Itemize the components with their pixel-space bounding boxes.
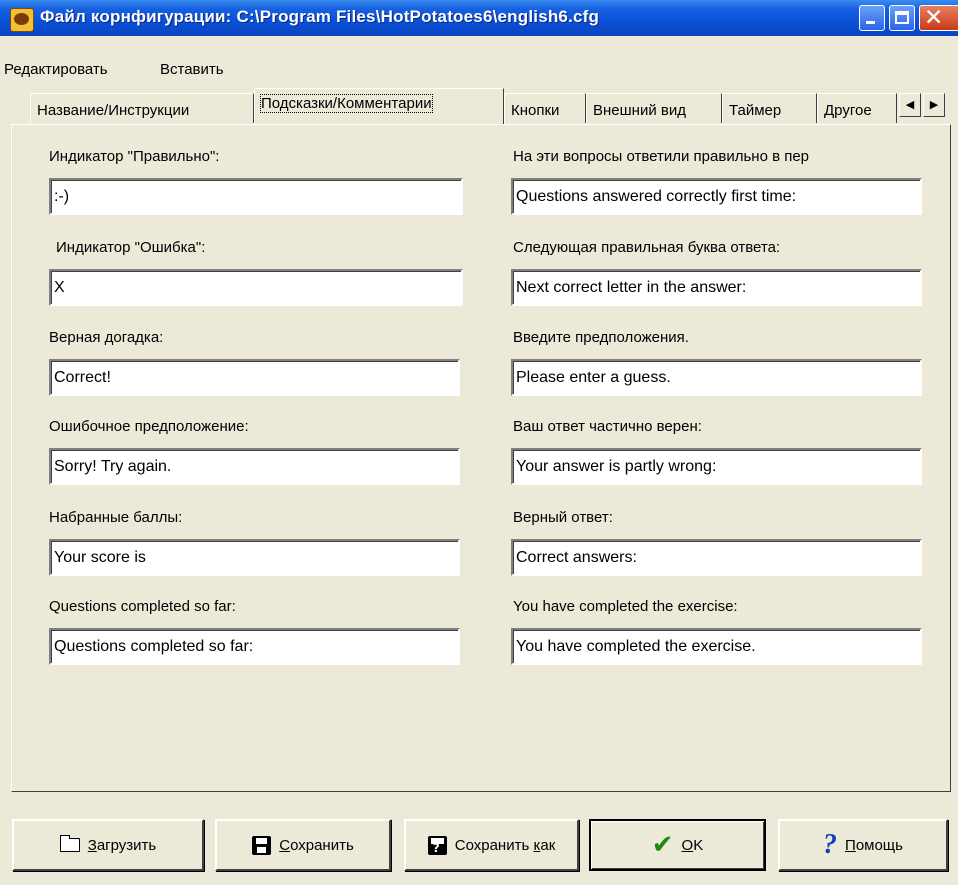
error-indicator-input[interactable] [49, 269, 463, 306]
correct-indicator-label: Индикатор "Правильно": [49, 148, 220, 165]
correct-answer-input[interactable] [511, 539, 922, 576]
close-button[interactable]: ✕ [919, 5, 958, 31]
maximize-button[interactable] [889, 5, 915, 31]
tab-other[interactable]: Другое [817, 93, 897, 123]
next-letter-input[interactable] [511, 269, 922, 306]
help-button-label: Помощь [845, 836, 903, 854]
tab-title-instructions[interactable]: Название/Инструкции [30, 93, 254, 123]
score-input[interactable] [49, 539, 460, 576]
correct-answer-label: Верный ответ: [513, 509, 613, 526]
checkmark-icon: ✔ [651, 830, 674, 860]
load-button[interactable]: Загрузить [12, 819, 204, 871]
tab-appearance[interactable]: Внешний вид [586, 93, 722, 123]
first-time-correct-label: На эти вопросы ответили правильно в пер [513, 148, 810, 165]
save-button-label: Сохранить [279, 836, 354, 854]
error-indicator-label: Индикатор "Ошибка": [56, 239, 206, 256]
next-letter-label: Следующая правильная буква ответа: [513, 239, 781, 256]
close-icon: ✕ [924, 5, 944, 31]
ok-button-label: OK [681, 836, 704, 854]
arrow-right-icon: ▶ [929, 98, 939, 111]
tab-hints-feedback[interactable]: Подсказки/Комментарии [254, 88, 504, 124]
floppy-disk-icon [252, 835, 272, 855]
ok-button[interactable]: ✔ OK [589, 819, 766, 871]
help-question-icon: ? [823, 829, 838, 860]
questions-completed-input[interactable] [49, 628, 460, 665]
enter-guess-label: Введите предположения. [513, 329, 689, 346]
save-button[interactable]: Сохранить [215, 819, 391, 871]
enter-guess-input[interactable] [511, 359, 922, 396]
partly-correct-label: Ваш ответ частично верен: [513, 418, 702, 435]
save-as-icon [427, 835, 447, 855]
correct-guess-input[interactable] [49, 359, 460, 396]
save-as-button-label: Сохранить как [454, 836, 556, 854]
score-label: Набранные баллы: [49, 509, 183, 526]
app-potato-icon [10, 8, 34, 32]
help-button[interactable]: ? Помощь [778, 819, 948, 871]
wrong-guess-label: Ошибочное предположение: [49, 418, 249, 435]
save-as-button[interactable]: Сохранить как [404, 819, 579, 871]
tab-scroll-left-button[interactable]: ◀ [899, 93, 921, 117]
window-title: Файл корнфигурации: C:\Program Files\Hot… [40, 7, 600, 26]
exercise-completed-label: You have completed the exercise: [513, 598, 738, 615]
wrong-guess-input[interactable] [49, 448, 460, 485]
tab-buttons[interactable]: Кнопки [504, 93, 586, 123]
correct-guess-label: Верная догадка: [49, 329, 164, 346]
first-time-correct-input[interactable] [511, 178, 922, 215]
menu-bar: Редактировать Вставить [0, 57, 958, 83]
folder-open-icon [59, 835, 80, 852]
menu-insert[interactable]: Вставить [160, 61, 224, 78]
correct-indicator-input[interactable] [49, 178, 463, 215]
tab-scroll-right-button[interactable]: ▶ [923, 93, 945, 117]
exercise-completed-input[interactable] [511, 628, 922, 665]
menu-edit[interactable]: Редактировать [4, 61, 108, 78]
minimize-button[interactable] [859, 5, 885, 31]
load-button-label: Загрузить [87, 836, 157, 854]
title-bar[interactable]: Файл корнфигурации: C:\Program Files\Hot… [0, 0, 958, 36]
questions-completed-label: Questions completed so far: [49, 598, 236, 615]
partly-correct-input[interactable] [511, 448, 922, 485]
arrow-left-icon: ◀ [905, 98, 915, 111]
tab-timer[interactable]: Таймер [722, 93, 817, 123]
tab-strip: Название/Инструкции Подсказки/Комментари… [0, 88, 958, 124]
